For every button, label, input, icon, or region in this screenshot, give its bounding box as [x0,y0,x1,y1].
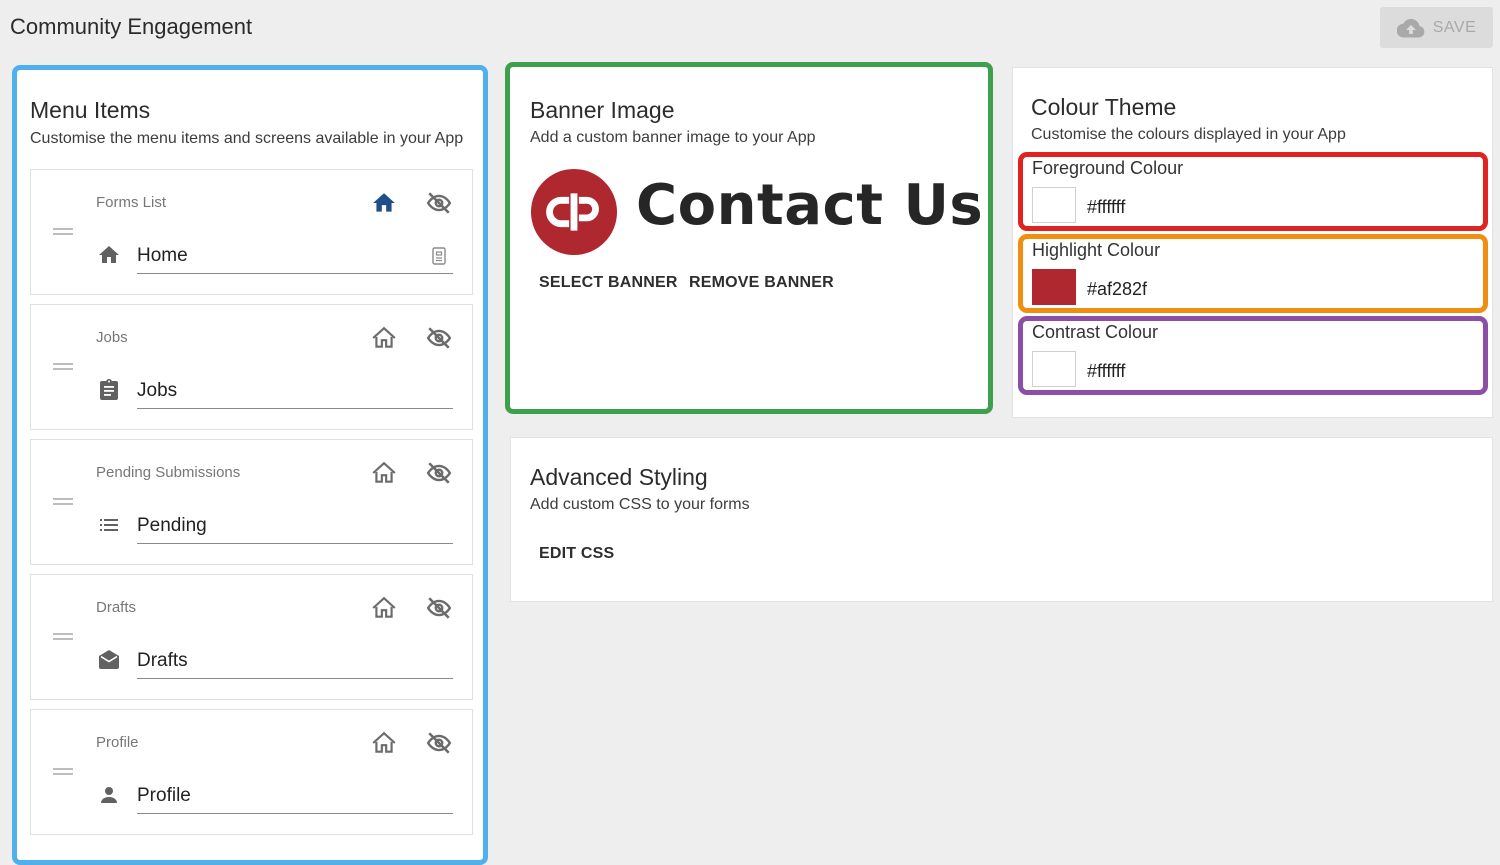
menu-item-jobs: Jobs Jobs [30,304,473,430]
contrast-colour-label: Contrast Colour [1032,322,1159,342]
menu-items-panel: Menu Items Customise the menu items and … [12,65,488,865]
document-icon[interactable] [431,246,447,266]
highlight-colour-field: Highlight Colour #af282f [1018,234,1488,313]
visibility-off-icon[interactable] [425,460,453,486]
save-button[interactable]: SAVE [1380,7,1493,48]
banner-image: Contact Us [530,165,983,260]
menu-item-pending-submissions: Pending Submissions Pending [30,439,473,565]
menu-item-drafts: Drafts Drafts [30,574,473,700]
banner-subtitle: Add a custom banner image to your App [530,129,816,146]
edit-css-button[interactable]: EDIT CSS [539,545,614,563]
contrast-colour-value[interactable]: #ffffff [1087,361,1125,382]
menu-item-label: Drafts [96,599,137,616]
menu-item-name: Drafts [137,650,188,671]
home-outline-icon[interactable] [371,595,397,621]
drag-handle-icon[interactable] [53,633,73,641]
visibility-off-icon[interactable] [425,190,453,216]
highlight-colour-value[interactable]: #af282f [1087,279,1147,300]
save-label: SAVE [1432,18,1477,36]
menu-item-label: Profile [96,734,139,751]
brand-logo-icon [530,168,618,256]
menu-item-name-input[interactable]: Profile [137,782,453,814]
menu-item-forms-list: Forms List Home [30,169,473,295]
menu-item-name-input[interactable]: Drafts [137,647,453,679]
home-icon [99,246,119,263]
home-outline-icon[interactable] [371,730,397,756]
menu-item-name-input[interactable]: Pending [137,512,453,544]
menu-items-subtitle: Customise the menu items and screens ava… [30,130,464,147]
visibility-off-icon[interactable] [425,595,453,621]
menu-item-name: Home [137,245,188,266]
contrast-colour-swatch[interactable] [1032,351,1076,387]
person-icon [101,787,117,803]
menu-item-label: Pending Submissions [96,464,241,481]
foreground-colour-field: Foreground Colour #ffffff [1018,152,1488,231]
foreground-colour-label: Foreground Colour [1032,158,1184,178]
menu-item-profile: Profile Profile [30,709,473,835]
page-title: Community Engagement [10,14,253,39]
drag-handle-icon[interactable] [53,228,73,236]
drafts-icon [99,650,119,669]
visibility-off-icon[interactable] [425,325,453,351]
banner-text: Contact Us [636,173,984,238]
foreground-colour-swatch[interactable] [1032,187,1076,223]
colour-theme-panel: Colour Theme Customise the colours displ… [1012,67,1493,418]
menu-item-label: Jobs [96,329,128,346]
drag-handle-icon[interactable] [53,363,73,371]
highlight-colour-swatch[interactable] [1032,269,1076,305]
menu-item-name-input[interactable]: Home [137,242,453,274]
menu-item-name: Pending [137,515,207,536]
cloud-upload-icon [1396,18,1425,38]
home-icon[interactable] [371,190,397,216]
menu-items-title: Menu Items [30,97,151,123]
clipboard-icon [100,379,118,400]
home-outline-icon[interactable] [371,460,397,486]
banner-title: Banner Image [530,97,675,123]
colour-theme-title: Colour Theme [1031,94,1177,120]
drag-handle-icon[interactable] [53,768,73,776]
remove-banner-button[interactable]: REMOVE BANNER [689,274,834,292]
list-icon [100,519,118,531]
advanced-styling-panel: Advanced Styling Add custom CSS to your … [510,437,1493,602]
menu-item-label: Forms List [96,194,167,211]
menu-item-name-input[interactable]: Jobs [137,377,453,409]
drag-handle-icon[interactable] [53,498,73,506]
menu-item-name: Profile [137,785,191,806]
foreground-colour-value[interactable]: #ffffff [1087,197,1125,218]
home-outline-icon[interactable] [371,325,397,351]
contrast-colour-field: Contrast Colour #ffffff [1018,316,1488,395]
advanced-styling-title: Advanced Styling [530,464,708,490]
advanced-styling-subtitle: Add custom CSS to your forms [530,496,750,513]
visibility-off-icon[interactable] [425,730,453,756]
colour-theme-subtitle: Customise the colours displayed in your … [1031,126,1346,143]
select-banner-button[interactable]: SELECT BANNER [539,274,678,292]
menu-item-name: Jobs [137,380,178,401]
banner-image-panel: Banner Image Add a custom banner image t… [505,62,993,414]
highlight-colour-label: Highlight Colour [1032,240,1161,260]
